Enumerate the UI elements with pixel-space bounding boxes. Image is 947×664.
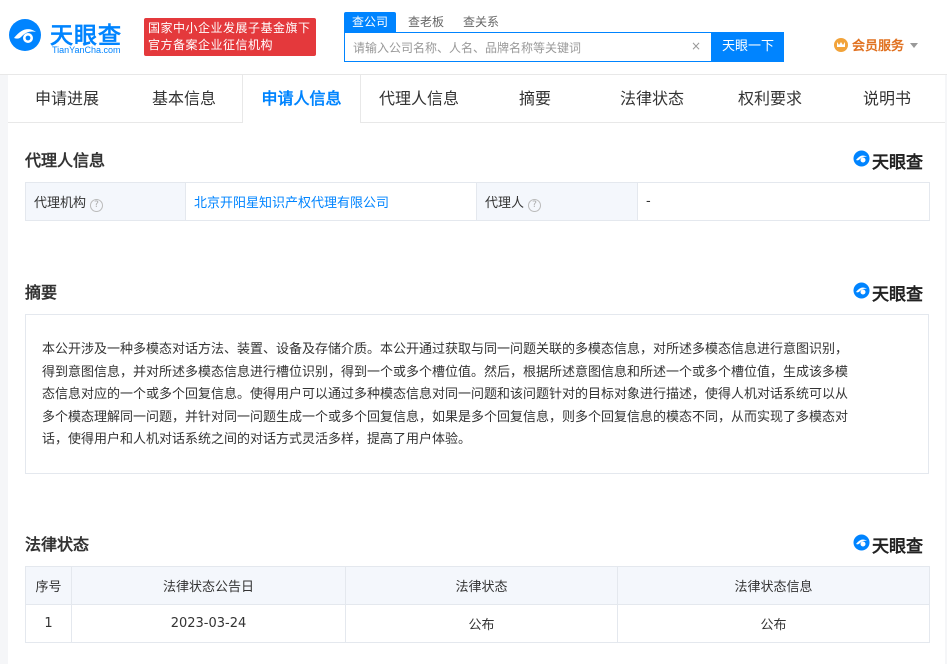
search-tab-boss[interactable]: 查老板 — [408, 12, 444, 32]
abstract-line: 态信息对应的一个或多个回复信息。使得用户可以通过多种模态信息对同一问题和该问题针… — [42, 387, 849, 402]
abstract-line: 得到意图信息，并对所述多模态信息进行槽位识别，得到一个或多个槽位值。然后，根据所… — [42, 364, 849, 380]
help-icon[interactable]: ? — [90, 198, 104, 212]
site-logo[interactable]: 天眼查 TianYanCha.com — [8, 14, 138, 60]
table-cell: 公布 — [345, 604, 618, 643]
tianyancha-mark-icon — [853, 534, 870, 551]
logo-domain: TianYanCha.com — [52, 45, 121, 55]
legal-status-table: 序号 法律状态公告日 法律状态 法律状态信息 1 2023-03-24 公布 公… — [25, 566, 930, 643]
table-row: 代理机构? 北京开阳星知识产权代理有限公司 代理人? - — [25, 182, 930, 221]
legal-section-title: 法律状态 — [25, 535, 90, 554]
search-button[interactable]: 天眼一下 — [712, 32, 784, 62]
agent-table: 代理机构? 北京开阳星知识产权代理有限公司 代理人? - — [25, 182, 930, 221]
agent-label: 代理人 — [485, 195, 525, 211]
table-cell: 公布 — [617, 604, 930, 643]
patent-detail-card: 申请进展 基本信息 申请人信息 代理人信息 摘要 法律状态 权利要求 说明书 代… — [8, 75, 945, 664]
agency-value-cell: 北京开阳星知识产权代理有限公司 — [185, 182, 477, 221]
tab-application-progress[interactable]: 申请进展 — [8, 75, 126, 122]
search-input[interactable] — [353, 39, 683, 57]
search-tab-relation[interactable]: 查关系 — [463, 12, 499, 32]
brand-mark-text: 天眼查 — [872, 285, 923, 305]
abstract-text: 本公开涉及一种多模态对话方法、装置、设备及存储介质。本公开通过获取与同一问题关联… — [25, 314, 929, 474]
abstract-line: 本公开涉及一种多模态对话方法、装置、设备及存储介质。本公开通过获取与同一问题关联… — [42, 342, 849, 357]
tab-legal-status[interactable]: 法律状态 — [593, 75, 711, 122]
help-icon[interactable]: ? — [528, 198, 542, 212]
tab-abstract[interactable]: 摘要 — [477, 75, 593, 122]
badge-line-2: 官方备案企业征信机构 — [148, 38, 274, 52]
tab-applicant-info[interactable]: 申请人信息 — [242, 75, 361, 123]
top-header: 天眼查 TianYanCha.com 国家中小企业发展子基金旗下 官方备案企业征… — [0, 0, 947, 75]
agency-link[interactable]: 北京开阳星知识产权代理有限公司 — [194, 196, 389, 211]
abstract-section-title: 摘要 — [25, 283, 58, 302]
table-cell: 2023-03-24 — [71, 604, 346, 643]
abstract-line: 多个模态理解同一问题，并针对同一问题生成一个或多个回复信息，如果是多个回复信息，… — [42, 409, 849, 425]
brand-mark-text: 天眼查 — [872, 537, 923, 557]
column-header: 序号 — [25, 566, 72, 605]
agent-value: - — [646, 194, 651, 209]
search-box: × — [344, 32, 712, 62]
search-tab-company[interactable]: 查公司 — [344, 12, 397, 32]
clear-icon[interactable]: × — [691, 39, 701, 53]
tianyancha-logo-icon — [9, 19, 41, 51]
crown-icon — [834, 38, 848, 52]
tab-claims[interactable]: 权利要求 — [711, 75, 829, 122]
tab-specification[interactable]: 说明书 — [829, 75, 945, 122]
tab-basic-info[interactable]: 基本信息 — [126, 75, 242, 122]
badge-line-1: 国家中小企业发展子基金旗下 — [148, 21, 311, 35]
column-header: 法律状态公告日 — [71, 566, 346, 605]
column-header: 法律状态 — [345, 566, 618, 605]
column-header: 法律状态信息 — [617, 566, 930, 605]
agent-label-cell: 代理人? — [476, 182, 638, 221]
table-cell: 1 — [25, 604, 72, 643]
abstract-line: 话，使得用户和人机对话系统之间的对话方式灵活多样，提高了用户体验。 — [42, 432, 472, 447]
tianyancha-mark-icon — [853, 282, 870, 299]
agency-label-cell: 代理机构? — [25, 182, 186, 221]
brand-mark-text: 天眼查 — [872, 153, 923, 173]
agent-value-cell: - — [637, 182, 930, 221]
section-nav: 申请进展 基本信息 申请人信息 代理人信息 摘要 法律状态 权利要求 说明书 — [8, 75, 945, 123]
vip-service-menu[interactable]: 会员服务 — [834, 38, 919, 56]
table-row: 1 2023-03-24 公布 公布 — [25, 604, 930, 643]
official-badge: 国家中小企业发展子基金旗下 官方备案企业征信机构 — [144, 18, 316, 56]
vip-label: 会员服务 — [852, 39, 905, 54]
agency-label: 代理机构 — [34, 195, 87, 211]
chevron-down-icon — [910, 43, 919, 48]
agent-section-title: 代理人信息 — [25, 151, 106, 170]
tianyancha-mark-icon — [853, 150, 870, 167]
table-header-row: 序号 法律状态公告日 法律状态 法律状态信息 — [25, 566, 930, 605]
tab-agent-info[interactable]: 代理人信息 — [361, 75, 477, 122]
